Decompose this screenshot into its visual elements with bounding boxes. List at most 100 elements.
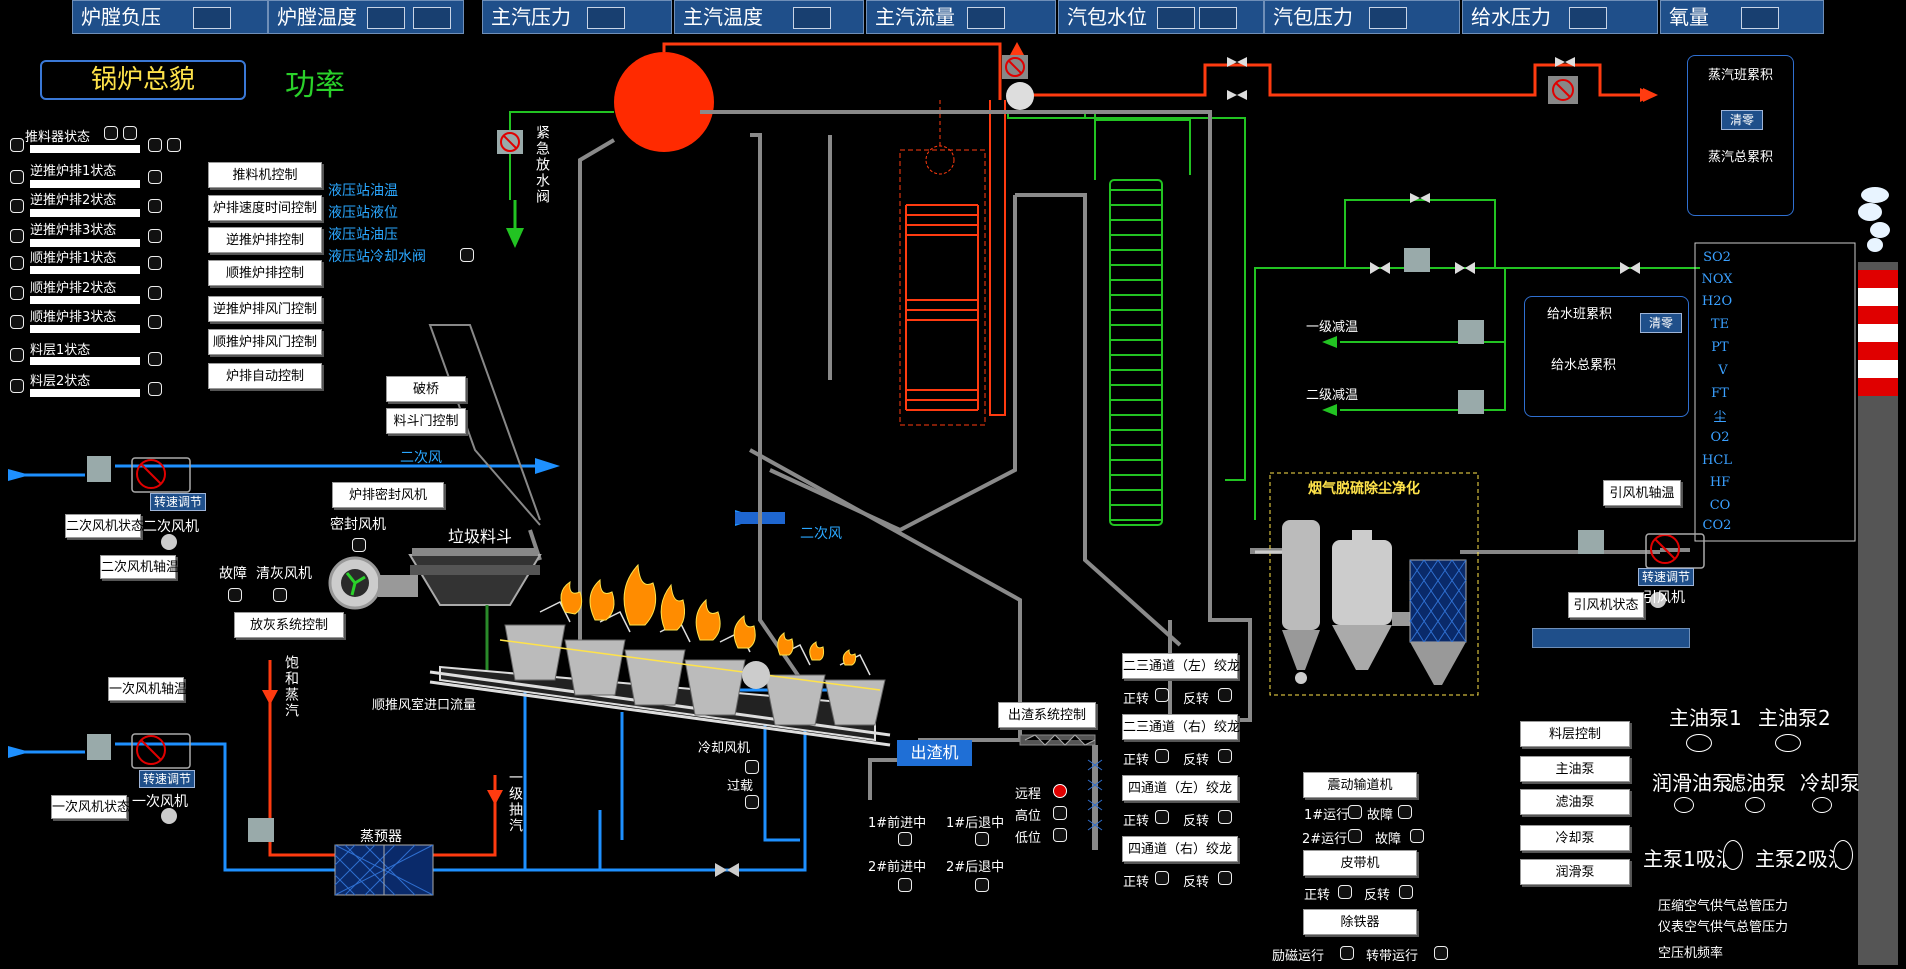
slag-machine-button[interactable]: 出渣机 xyxy=(897,740,972,766)
status-bar xyxy=(30,145,140,153)
conveyor-fwd-label: 正转 xyxy=(1123,875,1150,890)
nox-label: NOX xyxy=(1701,272,1733,287)
steam-preheater-label: 蒸预器 xyxy=(360,829,402,845)
cooling-pump-button[interactable]: 冷却泵 xyxy=(1520,825,1630,851)
conveyor-fwd-indicator xyxy=(1155,810,1169,824)
low-level-label: 低位 xyxy=(1015,831,1042,846)
filter-oil-pump-label: 滤油泵 xyxy=(1726,771,1786,795)
dust-removal-status-bar[interactable] xyxy=(1532,628,1690,648)
layer-control-button[interactable]: 料层控制 xyxy=(1520,721,1630,747)
seal-fan-button[interactable]: 炉排密封风机 xyxy=(332,482,444,508)
status-indicator xyxy=(148,256,162,270)
conveyor-rev-indicator xyxy=(1218,810,1232,824)
te-label: TE xyxy=(1710,317,1730,332)
status-bar xyxy=(30,389,140,397)
dust-label: 尘 xyxy=(1713,410,1727,425)
conveyor-23-left-button[interactable]: 二三通道（左）绞龙 xyxy=(1122,653,1240,679)
conveyor-fwd-label: 正转 xyxy=(1123,753,1150,768)
belt-conveyor-button[interactable]: 皮带机 xyxy=(1303,850,1417,876)
status-bar xyxy=(30,266,140,274)
o2-label: O2 xyxy=(1710,430,1730,445)
slag2-forward-indicator xyxy=(898,878,912,892)
status-indicator xyxy=(10,315,24,329)
status-indicator xyxy=(10,379,24,393)
conveyor-23-right-button[interactable]: 二三通道（右）绞龙 xyxy=(1122,714,1240,740)
second-desuper-label: 二级减温 xyxy=(1306,388,1359,403)
first-desuper-label: 一级减温 xyxy=(1306,320,1359,335)
conveyor-fwd-indicator xyxy=(1155,749,1169,763)
conveyor-rev-indicator xyxy=(1218,871,1232,885)
status-indicator xyxy=(10,348,24,362)
iron-remover-button[interactable]: 除铁器 xyxy=(1303,909,1417,935)
bridge-break-button[interactable]: 破桥 xyxy=(386,376,466,402)
status-label: 料层1状态 xyxy=(30,343,91,358)
steam-clear-button[interactable]: 清零 xyxy=(1721,110,1763,130)
run1-label: 1#运行 xyxy=(1304,808,1350,823)
overload-indicator xyxy=(745,795,759,809)
forward-grate-control-button[interactable]: 顺推炉排控制 xyxy=(208,260,322,286)
rotate-run-label: 转带运行 xyxy=(1366,949,1419,964)
ash-system-control-button[interactable]: 放灰系统控制 xyxy=(234,612,344,638)
feed-clear-button[interactable]: 清零 xyxy=(1640,313,1682,333)
vibration-conveyor-button[interactable]: 震动输道机 xyxy=(1303,772,1417,798)
feeder-control-button[interactable]: 推料机控制 xyxy=(208,162,322,188)
run1-indicator xyxy=(1348,805,1362,819)
induced-fan-speed-button[interactable]: 转速调节 xyxy=(1638,568,1694,586)
hopper-label: 垃圾料斗 xyxy=(448,527,513,546)
air-compressor-frequency-label: 空压机频率 xyxy=(1658,946,1724,961)
primary-fan-bearing-button[interactable]: 一次风机轴温 xyxy=(108,677,187,701)
status-indicator xyxy=(104,126,118,140)
conveyor-fwd-indicator xyxy=(1155,688,1169,702)
status-indicator xyxy=(10,138,24,152)
co-label: CO xyxy=(1709,498,1731,513)
secondary-fan-bearing-button[interactable]: 二次风机轴温 xyxy=(100,555,179,579)
filter-pump-button[interactable]: 滤油泵 xyxy=(1520,789,1630,815)
seal-fan-label: 密封风机 xyxy=(330,517,386,533)
remote-indicator xyxy=(1053,784,1067,798)
conveyor-rev-indicator xyxy=(1218,749,1232,763)
forward-grate-damper-button[interactable]: 顺推炉排风门控制 xyxy=(208,329,322,355)
conveyor-rev-indicator xyxy=(1218,688,1232,702)
cooling-fan-label: 冷却风机 xyxy=(698,741,751,756)
slag-system-control-button[interactable]: 出渣系统控制 xyxy=(998,702,1096,728)
feed-shift-label: 给水班累积 xyxy=(1547,307,1613,322)
conveyor-rev-label: 反转 xyxy=(1183,692,1210,707)
reverse-grate-control-button[interactable]: 逆推炉排控制 xyxy=(208,227,322,253)
excite-run-label: 励磁运行 xyxy=(1272,949,1325,964)
conveyor-4-left-button[interactable]: 四通道（左）绞龙 xyxy=(1122,775,1238,801)
main-pump1-indicator xyxy=(1686,734,1712,752)
cooling-oil-pump-indicator xyxy=(1812,797,1832,813)
filter-oil-pump-indicator xyxy=(1745,797,1765,813)
status-indicator xyxy=(148,382,162,396)
status-indicator xyxy=(148,199,162,213)
induced-fan-status-button[interactable]: 引风机状态 xyxy=(1568,592,1644,618)
main-pump2-indicator xyxy=(1775,734,1801,752)
status-label: 顺推炉排1状态 xyxy=(30,251,117,266)
hf-label: HF xyxy=(1709,475,1731,490)
conveyor-fwd-label: 正转 xyxy=(1123,692,1150,707)
hopper-door-button[interactable]: 料斗门控制 xyxy=(386,408,466,434)
secondary-fan-speed-button[interactable]: 转速调节 xyxy=(150,493,206,511)
primary-fan-status-button[interactable]: 一次风机状态 xyxy=(51,795,130,819)
hydraulic-pressure: 液压站油压 xyxy=(328,227,398,243)
secondary-fan-status-button[interactable]: 二次风机状态 xyxy=(65,514,144,538)
induced-fan-bearing-button[interactable]: 引风机轴温 xyxy=(1603,480,1681,506)
conveyor-4-right-button[interactable]: 四通道（右）绞龙 xyxy=(1122,836,1238,862)
first-extraction-label: 一级抽汽 xyxy=(507,770,523,834)
ash-fault-label: 故障 xyxy=(219,566,247,582)
v-label: V xyxy=(1718,363,1728,378)
hcl-label: HCL xyxy=(1702,453,1732,468)
steam-shift-label: 蒸汽班累积 xyxy=(1708,68,1774,83)
main-oil-pump-button[interactable]: 主油泵 xyxy=(1520,756,1630,782)
primary-fan-speed-button[interactable]: 转速调节 xyxy=(139,770,195,788)
reverse-grate-damper-button[interactable]: 逆推炉排风门控制 xyxy=(208,296,322,322)
lube-pump-button[interactable]: 润滑泵 xyxy=(1520,859,1630,885)
feed-total-label: 给水总累积 xyxy=(1551,358,1617,373)
status-label: 顺推炉排3状态 xyxy=(30,310,117,325)
grate-speed-time-button[interactable]: 炉排速度时间控制 xyxy=(208,195,322,221)
lube-oil-pump-label: 润滑油泵 xyxy=(1652,771,1732,795)
slag1-forward-indicator xyxy=(898,832,912,846)
excite-run-indicator xyxy=(1340,946,1354,960)
induced-fan-label: 引风机 xyxy=(1643,590,1685,606)
grate-auto-control-button[interactable]: 炉排自动控制 xyxy=(208,363,322,389)
